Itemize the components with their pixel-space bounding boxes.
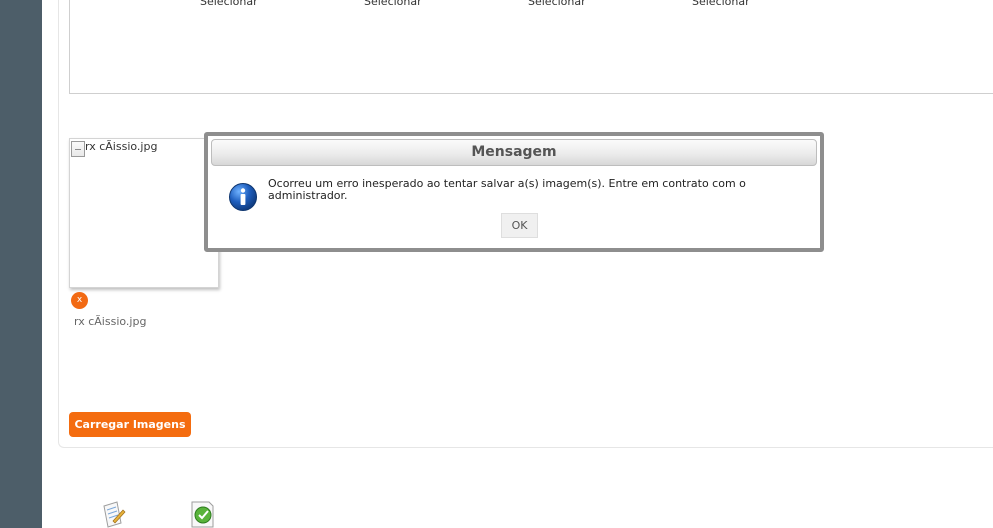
dialog-message: Ocorreu um erro inesperado ao tentar sal… — [268, 177, 746, 202]
broken-image-alt-text: rx cÃissio.jpg — [85, 140, 158, 153]
left-sidebar-rail — [0, 0, 42, 528]
image-thumbnail[interactable]: rx cÃissio.jpg — [69, 138, 219, 288]
checkmark-icon[interactable] — [189, 500, 216, 528]
document-edit-icon[interactable] — [99, 500, 126, 528]
file-name-caption: rx cÃissio.jpg — [74, 315, 147, 328]
select-link-1[interactable]: Selecionar — [200, 0, 258, 8]
info-icon — [229, 183, 257, 211]
upload-images-button[interactable]: Carregar Imagens — [69, 412, 191, 437]
image-select-area: Selecionar Selecionar Selecionar Selecio… — [69, 0, 993, 94]
select-link-4[interactable]: Selecionar — [692, 0, 750, 8]
ok-button[interactable]: OK — [501, 213, 538, 238]
remove-image-button[interactable]: x — [71, 292, 88, 309]
message-dialog: Mensagem Ocorreu um erro inesperado ao t… — [204, 132, 824, 252]
select-link-2[interactable]: Selecionar — [364, 0, 422, 8]
broken-image-icon — [71, 141, 85, 157]
dialog-title: Mensagem — [211, 139, 817, 166]
select-link-3[interactable]: Selecionar — [528, 0, 586, 8]
broken-image: rx cÃissio.jpg — [71, 140, 157, 157]
